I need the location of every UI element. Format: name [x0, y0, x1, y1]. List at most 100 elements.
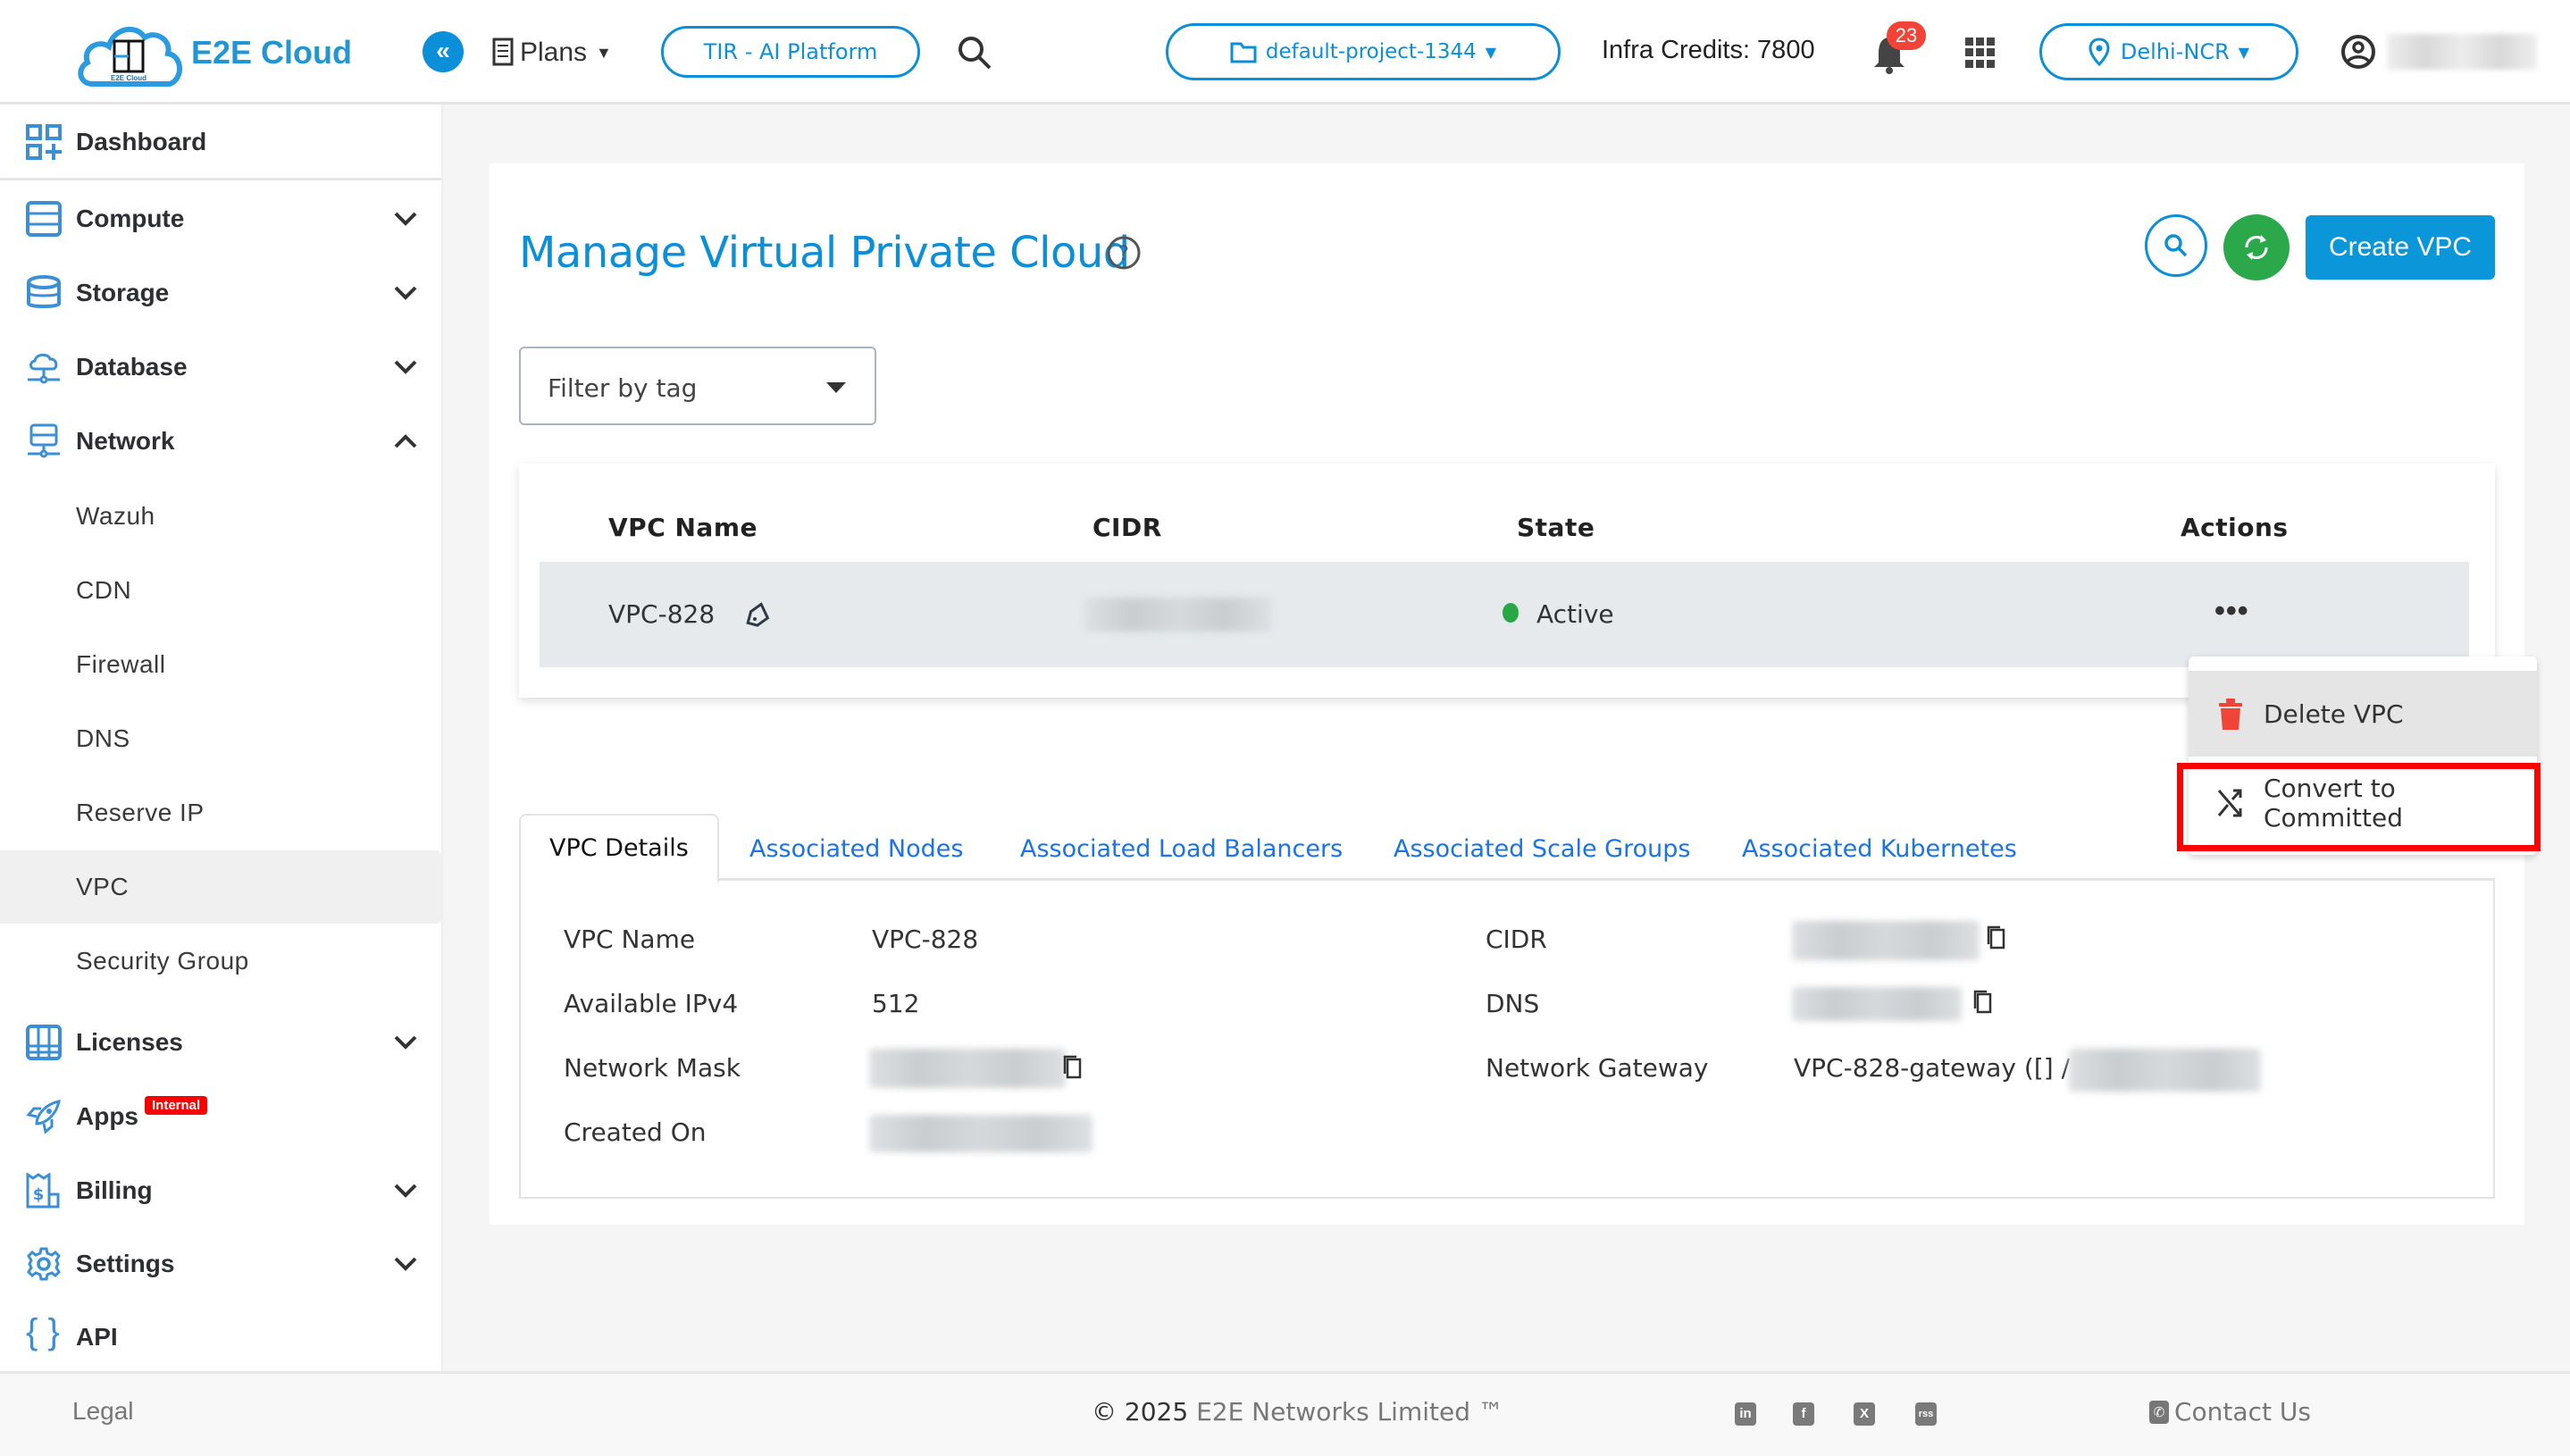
- menu-item-convert-to-committed[interactable]: Convert to Committed: [2189, 760, 2537, 846]
- dashboard-icon: [26, 124, 62, 160]
- actions-menu: Delete VPC Convert to Committed: [2189, 657, 2537, 855]
- sidebar-label: Licenses: [76, 1028, 183, 1056]
- menu-item-delete-vpc[interactable]: Delete VPC: [2189, 671, 2537, 757]
- chevron-up-icon[interactable]: [393, 433, 418, 449]
- chevron-down-icon[interactable]: [393, 211, 418, 227]
- sidebar-label: CDN: [76, 576, 132, 604]
- chevron-down-icon[interactable]: [393, 359, 418, 375]
- chevron-down-icon[interactable]: [393, 1183, 418, 1199]
- network-server-icon: [28, 423, 60, 458]
- trash-icon: [2219, 699, 2242, 730]
- sidebar-item-apps[interactable]: Apps Internal: [0, 1081, 441, 1152]
- network-mask-redacted: [869, 1049, 1066, 1088]
- sidebar-label: Dashboard: [76, 128, 207, 155]
- location-pin-icon: [2089, 38, 2110, 66]
- svg-text:$: $: [33, 1185, 45, 1204]
- sidebar-item-billing[interactable]: $ Billing: [0, 1155, 441, 1226]
- contact-label: Contact Us: [2174, 1397, 2311, 1427]
- tab-associated-nodes[interactable]: Associated Nodes: [749, 814, 963, 883]
- sidebar-subitem-vpc[interactable]: VPC: [0, 850, 441, 924]
- vpc-name-cell: VPC-828: [608, 599, 716, 629]
- tag-icon[interactable]: [745, 601, 772, 628]
- tab-associated-load-balancers[interactable]: Associated Load Balancers: [1020, 814, 1343, 883]
- folder-icon: [1230, 42, 1257, 63]
- filter-by-tag-select[interactable]: Filter by tag: [519, 347, 876, 425]
- linkedin-icon[interactable]: in: [1735, 1402, 1756, 1426]
- plans-dropdown[interactable]: Plans ▼: [491, 32, 612, 73]
- search-button[interactable]: [2145, 214, 2207, 277]
- gear-icon: [27, 1247, 61, 1281]
- sidebar-label: Settings: [76, 1250, 175, 1277]
- region-selector[interactable]: Delhi-NCR ▼: [2039, 23, 2298, 80]
- contact-us-link[interactable]: ✆ Contact Us: [2149, 1397, 2311, 1427]
- sidebar-label: Database: [76, 353, 188, 381]
- sidebar-subitem-cdn[interactable]: CDN: [0, 554, 441, 627]
- sidebar-item-storage[interactable]: Storage: [0, 257, 441, 329]
- detail-label: Network Mask: [564, 1053, 741, 1083]
- tab-associated-kubernetes[interactable]: Associated Kubernetes: [1742, 814, 2017, 883]
- cidr-redacted: [1792, 921, 1980, 960]
- sidebar-subitem-dns[interactable]: DNS: [0, 702, 441, 775]
- copy-icon[interactable]: [1986, 925, 2007, 951]
- sidebar-label: Compute: [76, 205, 185, 232]
- more-actions-button[interactable]: •••: [2214, 594, 2249, 629]
- user-name-redacted[interactable]: [2387, 34, 2537, 70]
- sidebar: Dashboard Compute Storage Database Netwo…: [0, 105, 443, 1371]
- sidebar-item-dashboard[interactable]: Dashboard: [0, 106, 441, 178]
- apps-grid-icon[interactable]: [1965, 38, 1996, 68]
- rss-icon[interactable]: rss: [1915, 1402, 1937, 1426]
- search-icon[interactable]: [956, 34, 993, 71]
- x-twitter-icon[interactable]: X: [1854, 1402, 1875, 1426]
- sidebar-item-compute[interactable]: Compute: [0, 183, 441, 255]
- cidr-cell-redacted: [1084, 598, 1272, 632]
- refresh-button[interactable]: [2223, 214, 2290, 280]
- sidebar-subitem-reserve-ip[interactable]: Reserve IP: [0, 776, 441, 849]
- region-label: Delhi-NCR: [2120, 39, 2230, 64]
- detail-label: CIDR: [1486, 925, 1547, 954]
- sidebar-label: Reserve IP: [76, 799, 205, 826]
- search-icon: [2164, 234, 2188, 257]
- copy-icon[interactable]: [1972, 989, 1994, 1016]
- help-icon[interactable]: ?: [1106, 235, 1142, 271]
- svg-text:E2E Cloud: E2E Cloud: [111, 74, 146, 82]
- collapse-sidebar-button[interactable]: «: [423, 31, 464, 72]
- project-selector[interactable]: default-project-1344 ▼: [1166, 23, 1561, 80]
- caret-down-icon: [826, 382, 846, 393]
- column-header-cidr[interactable]: CIDR: [1092, 513, 1162, 542]
- created-on-redacted: [869, 1115, 1092, 1152]
- chevron-down-icon[interactable]: [393, 1256, 418, 1272]
- column-header-actions: Actions: [2181, 513, 2289, 542]
- column-header-vpc-name[interactable]: VPC Name: [608, 513, 758, 542]
- facebook-icon[interactable]: f: [1793, 1402, 1814, 1426]
- sidebar-subitem-wazuh[interactable]: Wazuh: [0, 480, 441, 553]
- tab-associated-scale-groups[interactable]: Associated Scale Groups: [1394, 814, 1690, 883]
- copy-icon[interactable]: [1062, 1054, 1084, 1081]
- sidebar-item-network[interactable]: Network: [0, 406, 441, 477]
- divider: [0, 178, 441, 180]
- sidebar-item-database[interactable]: Database: [0, 331, 441, 403]
- e2e-logo-icon[interactable]: E2E Cloud: [73, 16, 185, 91]
- legal-link[interactable]: Legal: [72, 1397, 134, 1426]
- sidebar-subitem-firewall[interactable]: Firewall: [0, 628, 441, 701]
- user-avatar-icon[interactable]: [2340, 34, 2376, 70]
- footer: Legal © 2025 E2E Networks Limited ™ in f…: [0, 1371, 2570, 1456]
- sidebar-item-api[interactable]: { } API: [0, 1301, 441, 1373]
- detail-label: Network Gateway: [1486, 1053, 1709, 1083]
- detail-value-vpc-name: VPC-828: [872, 925, 979, 954]
- create-vpc-button[interactable]: Create VPC: [2306, 215, 2495, 280]
- sidebar-subitem-security-group[interactable]: Security Group: [0, 925, 441, 998]
- chevron-down-icon[interactable]: [393, 1034, 418, 1050]
- chevron-down-icon[interactable]: [393, 285, 418, 301]
- tab-vpc-details[interactable]: VPC Details: [519, 814, 719, 883]
- sidebar-item-licenses[interactable]: Licenses: [0, 1007, 441, 1078]
- tir-ai-platform-button[interactable]: TIR - AI Platform: [661, 26, 920, 78]
- sidebar-label: DNS: [76, 724, 130, 752]
- page-title: Manage Virtual Private Cloud: [519, 228, 1130, 278]
- sidebar-label: Network: [76, 427, 175, 455]
- column-header-state[interactable]: State: [1517, 513, 1595, 542]
- sidebar-label: Wazuh: [76, 502, 155, 530]
- table-row[interactable]: VPC-828 Active •••: [540, 562, 2469, 667]
- server-icon: [26, 201, 62, 237]
- sidebar-item-settings[interactable]: Settings: [0, 1228, 441, 1300]
- filter-placeholder: Filter by tag: [548, 373, 698, 403]
